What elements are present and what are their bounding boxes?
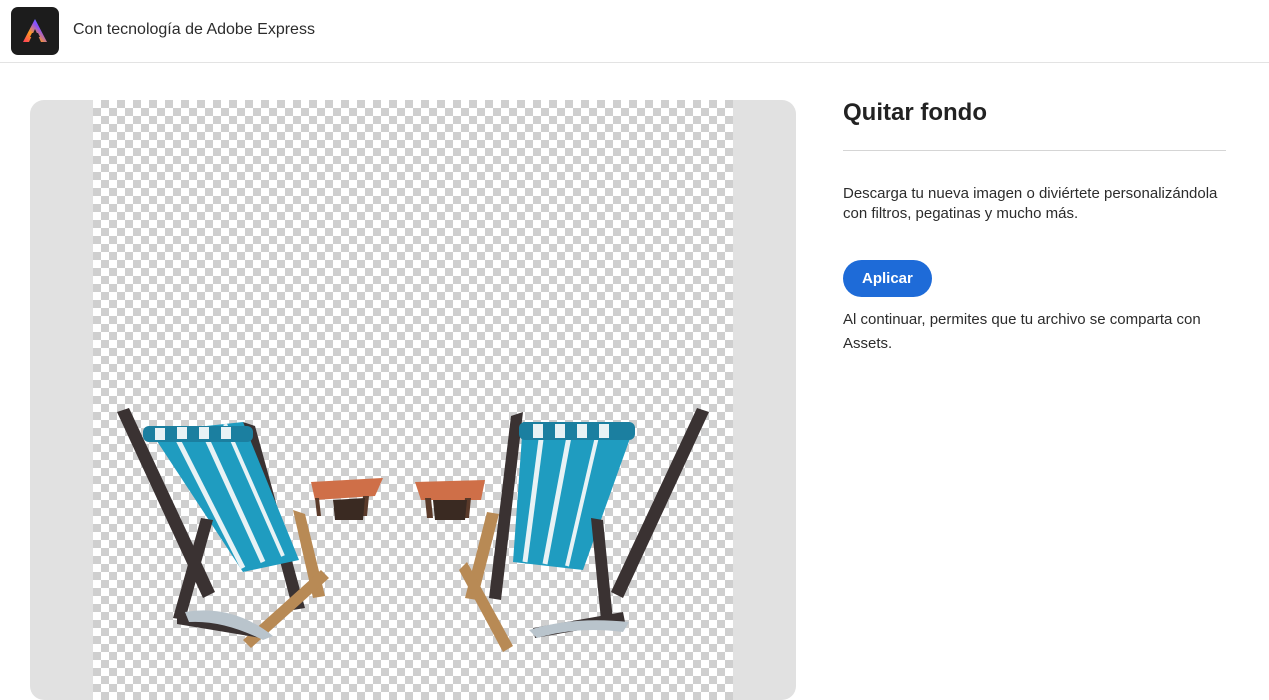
apply-button[interactable]: Aplicar <box>843 260 932 297</box>
panel-divider <box>843 150 1226 151</box>
panel-title: Quitar fondo <box>843 99 987 126</box>
adobe-express-logo-icon[interactable] <box>11 7 59 55</box>
image-preview-frame <box>30 100 796 700</box>
remove-background-panel: Quitar fondo Descarga tu nueva imagen o … <box>843 96 1226 356</box>
beach-chairs-image <box>117 408 709 652</box>
brand-text: Con tecnología de Adobe Express <box>73 21 315 38</box>
top-bar: Con tecnología de Adobe Express <box>0 0 1269 63</box>
panel-description: Descarga tu nueva imagen o diviértete pe… <box>843 185 1218 222</box>
sharing-note: Al continuar, permites que tu archivo se… <box>843 311 1201 352</box>
adobe-express-a-glyph-icon <box>23 19 47 42</box>
transparent-background <box>93 100 733 700</box>
right-beach-chair <box>415 408 709 652</box>
left-beach-chair <box>117 408 383 648</box>
